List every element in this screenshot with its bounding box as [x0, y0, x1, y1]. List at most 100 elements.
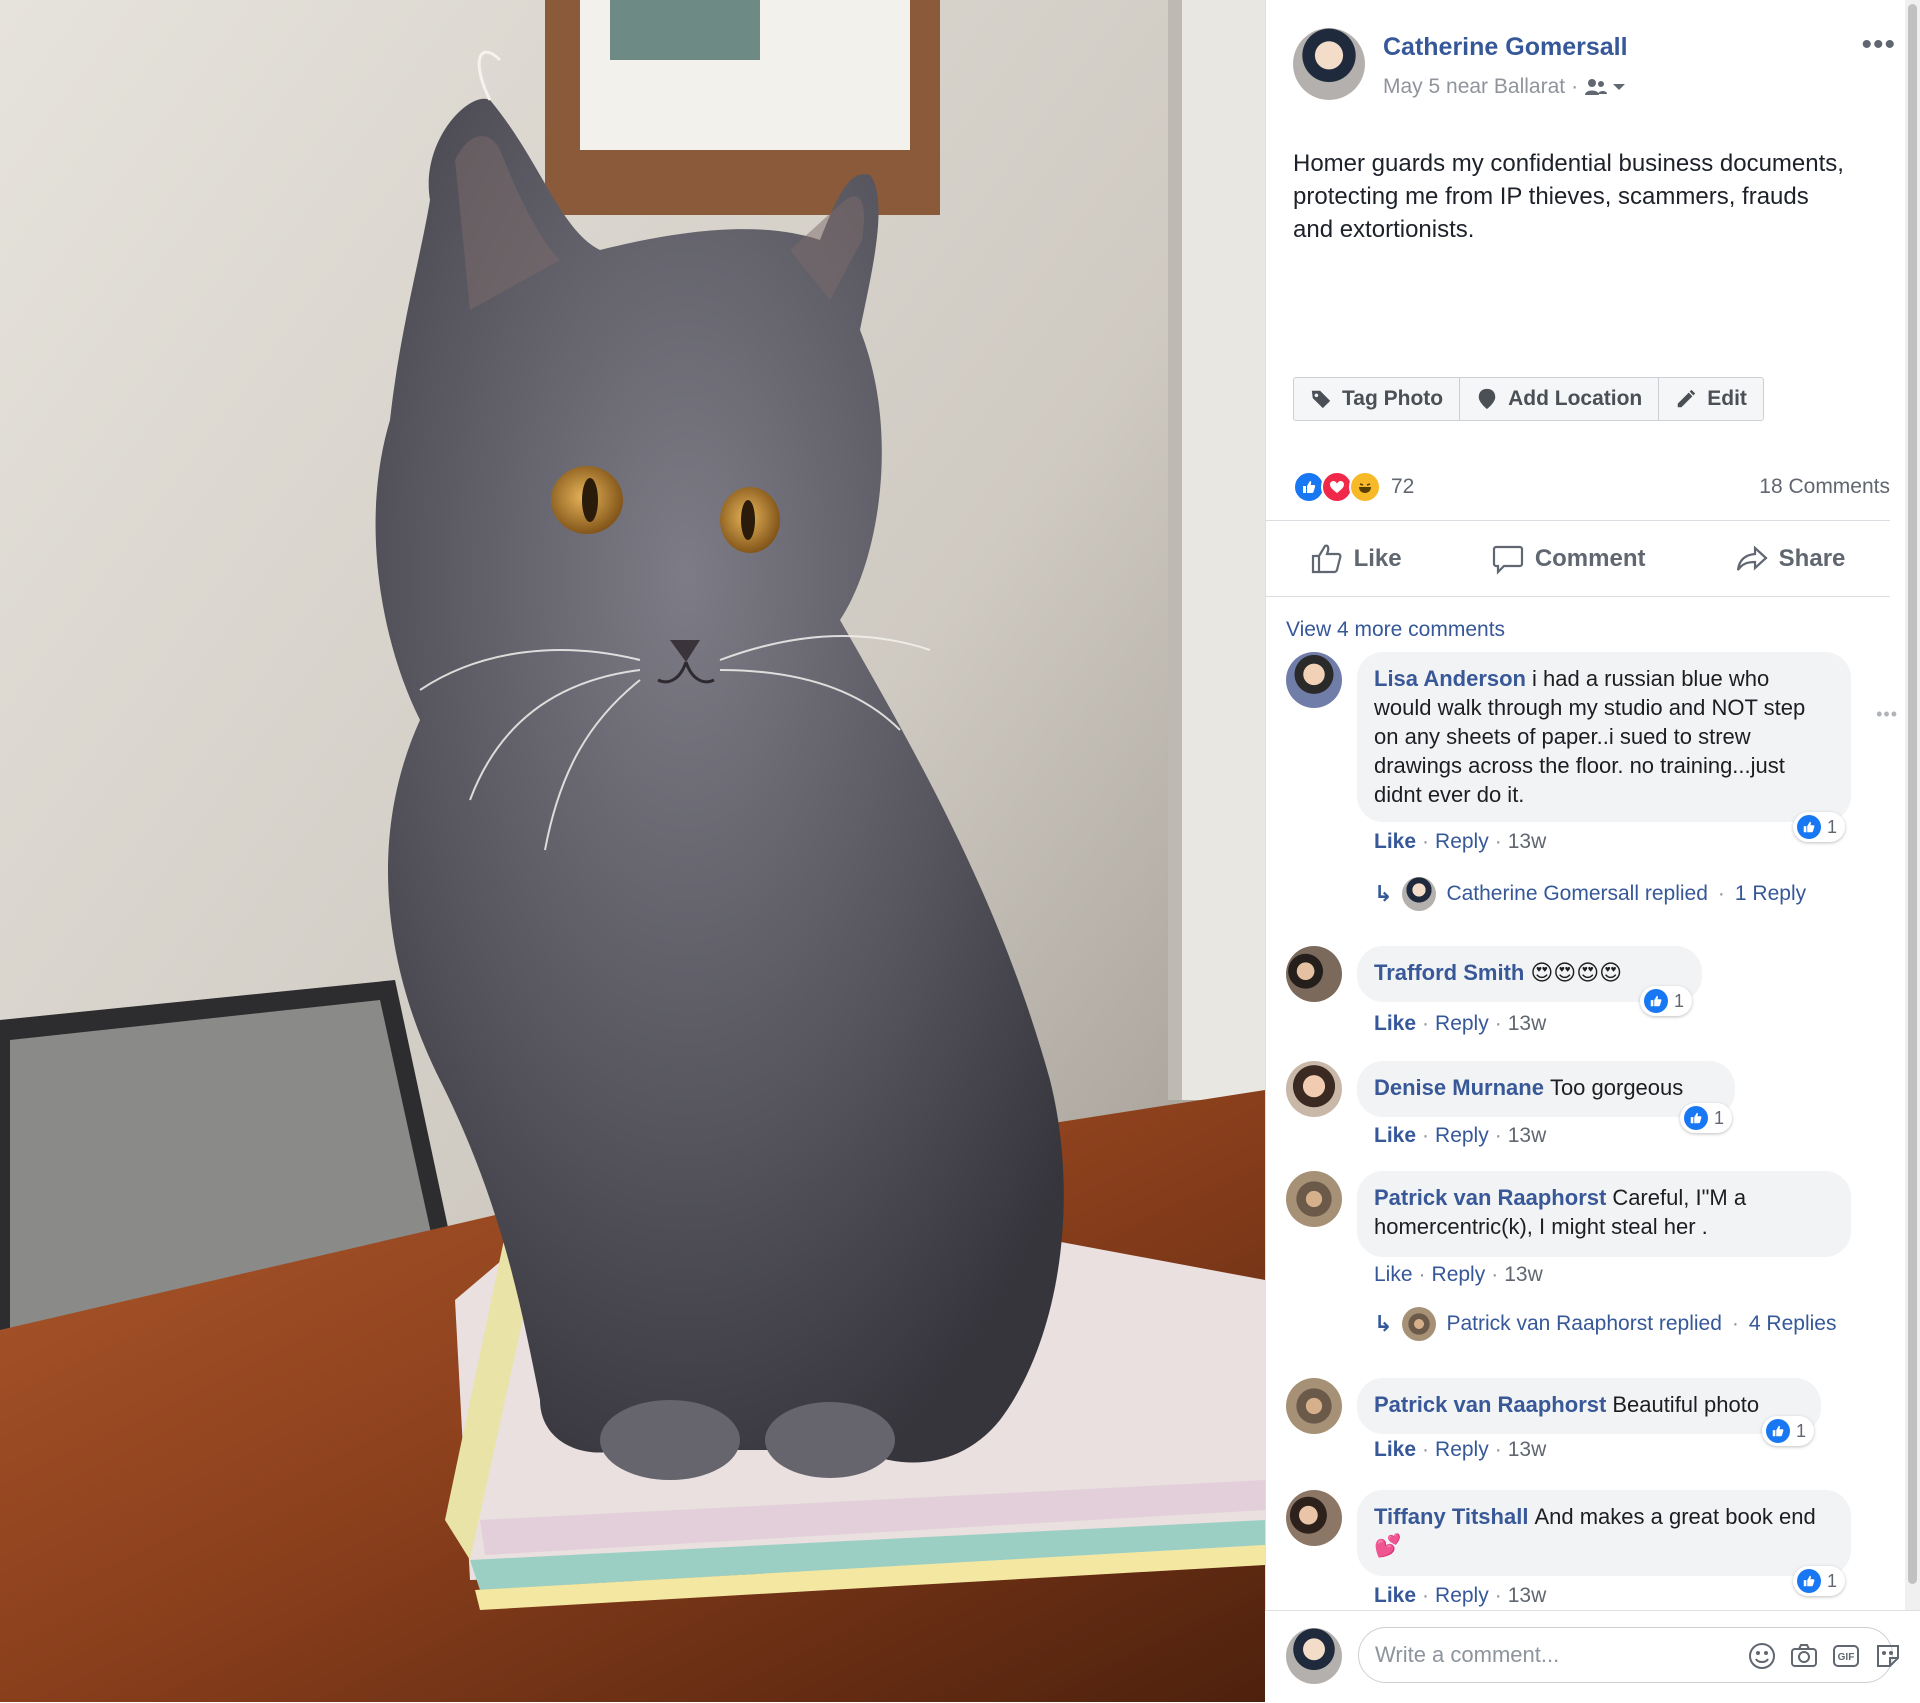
post-action-bar: Like Comment Share [1265, 520, 1890, 597]
reaction-count[interactable]: 72 [1391, 475, 1414, 499]
replier-text: Catherine Gomersall replied [1446, 882, 1708, 905]
cat-photo-illustration [0, 0, 1265, 1702]
post-caption: Homer guards my confidential business do… [1293, 150, 1844, 243]
comment-meta: Like · Reply · 13w [1374, 1263, 1543, 1286]
composer-icons: GIF [1748, 1642, 1902, 1670]
commenter-avatar[interactable] [1286, 1378, 1342, 1434]
comment-item: Patrick van Raaphorst Careful, I"M a home… [1286, 1171, 1886, 1351]
comment-bubble: Tiffany Titshall And makes a great book e… [1357, 1490, 1851, 1576]
comment-like-badge[interactable]: 1 [1680, 1103, 1733, 1133]
sticker-icon[interactable] [1874, 1642, 1902, 1670]
comment-label: Comment [1534, 544, 1646, 572]
comment-time[interactable]: 13w [1508, 1124, 1547, 1147]
comment-reply-link[interactable]: Reply [1435, 1012, 1489, 1035]
photo-actions-bar: Tag Photo Add Location Edit [1293, 377, 1764, 421]
comment-item: Lisa Anderson i had a russian blue who wo… [1286, 652, 1897, 911]
comment-item: Patrick van Raaphorst Beautiful photo 1 L… [1286, 1378, 1886, 1478]
emoji-icon[interactable] [1748, 1642, 1776, 1670]
comment-like-link[interactable]: Like [1374, 1012, 1416, 1035]
share-button[interactable]: Share [1735, 542, 1846, 576]
audience-icon [1585, 79, 1608, 95]
comment-meta: Like · Reply · 13w [1374, 1124, 1547, 1147]
reactions-summary: 72 18 Comments [1293, 471, 1890, 503]
comment-like-count: 1 [1827, 1570, 1838, 1591]
comment-reply-link[interactable]: Reply [1435, 1438, 1489, 1461]
comment-item: Trafford Smith 😍😍😍😍 1 Like · Reply · 13w [1286, 946, 1886, 1046]
like-label: Like [1353, 544, 1402, 572]
comment-like-link[interactable]: Like [1374, 830, 1416, 853]
comment-reply-link[interactable]: Reply [1435, 1124, 1489, 1147]
view-more-comments-link[interactable]: View 4 more comments [1286, 618, 1505, 642]
friends-icon[interactable] [1584, 77, 1626, 97]
commenter-avatar[interactable] [1286, 1061, 1342, 1117]
panel-scrollbar[interactable] [1905, 0, 1920, 1610]
reply-count-link[interactable]: 4 Replies [1749, 1312, 1837, 1336]
gif-label: GIF [1838, 1652, 1855, 1663]
comment-meta: Like · Reply · 13w [1374, 830, 1547, 853]
commenter-avatar[interactable] [1286, 652, 1342, 708]
commenter-avatar[interactable] [1286, 1490, 1342, 1546]
camera-icon[interactable] [1790, 1642, 1818, 1670]
comment-time[interactable]: 13w [1508, 830, 1547, 853]
post-timestamp-location[interactable]: May 5 near Ballarat [1383, 75, 1565, 99]
post-meta: May 5 near Ballarat · [1383, 75, 1626, 99]
like-button[interactable]: Like [1310, 542, 1402, 576]
comment-meta: Like · Reply · 13w [1374, 1012, 1547, 1035]
edit-button[interactable]: Edit [1659, 378, 1763, 420]
comment-like-count: 1 [1827, 816, 1838, 837]
location-pin-icon [1478, 388, 1496, 410]
comment-like-link[interactable]: Like [1374, 1263, 1413, 1286]
like-reaction-icon [1644, 989, 1668, 1013]
like-reaction-icon [1684, 1106, 1708, 1130]
comment-reply-link[interactable]: Reply [1435, 830, 1489, 853]
commenter-avatar[interactable] [1286, 1171, 1342, 1227]
scrollbar-thumb[interactable] [1908, 4, 1917, 1584]
replier-avatar [1402, 877, 1437, 911]
commenter-name[interactable]: Lisa Anderson [1374, 666, 1526, 691]
comment-like-link[interactable]: Like [1374, 1124, 1416, 1147]
gif-icon[interactable]: GIF [1832, 1642, 1860, 1670]
comment-like-count: 1 [1714, 1107, 1725, 1128]
meta-separator: · [1571, 75, 1579, 98]
tag-icon [1311, 390, 1331, 409]
comment-text: 😍😍😍😍 [1530, 960, 1623, 985]
comment-like-badge[interactable]: 1 [1640, 986, 1693, 1016]
comment-reply-link[interactable]: Reply [1432, 1263, 1486, 1286]
comment-meta: Like · Reply · 13w [1374, 1584, 1547, 1607]
comment-time[interactable]: 13w [1508, 1584, 1547, 1607]
comments-count[interactable]: 18 Comments [1759, 475, 1890, 499]
comment-time[interactable]: 13w [1508, 1438, 1547, 1461]
comment-reply-link[interactable]: Reply [1435, 1584, 1489, 1607]
author-avatar[interactable] [1293, 28, 1365, 100]
commenter-name[interactable]: Trafford Smith [1374, 960, 1524, 985]
more-options-icon[interactable]: ••• [1861, 30, 1896, 60]
tag-photo-button[interactable]: Tag Photo [1294, 378, 1461, 420]
commenter-name[interactable]: Patrick van Raaphorst [1374, 1392, 1606, 1417]
comment-like-badge[interactable]: 1 [1762, 1416, 1815, 1446]
comment-bubble: Lisa Anderson i had a russian blue who wo… [1357, 652, 1851, 822]
comment-like-link[interactable]: Like [1374, 1438, 1416, 1461]
comment-options-icon[interactable]: ••• [1876, 704, 1898, 725]
commenter-avatar[interactable] [1286, 946, 1342, 1002]
comment-item: Denise Murnane Too gorgeous 1 Like · Reply ·… [1286, 1061, 1886, 1161]
like-reaction-icon [1797, 1569, 1821, 1593]
comment-like-link[interactable]: Like [1374, 1584, 1416, 1607]
commenter-name[interactable]: Patrick van Raaphorst [1374, 1185, 1606, 1210]
comment-time[interactable]: 13w [1504, 1263, 1543, 1286]
comment-like-badge[interactable]: 1 [1793, 1566, 1846, 1596]
replies-summary[interactable]: ↳ Catherine Gomersall replied · 1 Reply [1374, 877, 1806, 911]
comment-like-badge[interactable]: 1 [1793, 812, 1846, 842]
share-label: Share [1778, 544, 1846, 572]
post-author-name[interactable]: Catherine Gomersall [1383, 33, 1628, 62]
comment-bubble: Denise Murnane Too gorgeous [1357, 1061, 1735, 1117]
thumbs-up-icon [1311, 544, 1342, 573]
replies-summary[interactable]: ↳ Patrick van Raaphorst replied · 4 Repl… [1374, 1307, 1836, 1341]
reply-count-link[interactable]: 1 Reply [1735, 882, 1806, 906]
commenter-name[interactable]: Denise Murnane [1374, 1075, 1544, 1100]
commenter-name[interactable]: Tiffany Titshall [1374, 1504, 1528, 1529]
add-location-button[interactable]: Add Location [1460, 378, 1660, 420]
comment-time[interactable]: 13w [1508, 1012, 1547, 1035]
comment-button[interactable]: Comment [1491, 542, 1646, 576]
post-photo[interactable] [0, 0, 1265, 1702]
reaction-icons[interactable]: 72 [1293, 471, 1414, 503]
